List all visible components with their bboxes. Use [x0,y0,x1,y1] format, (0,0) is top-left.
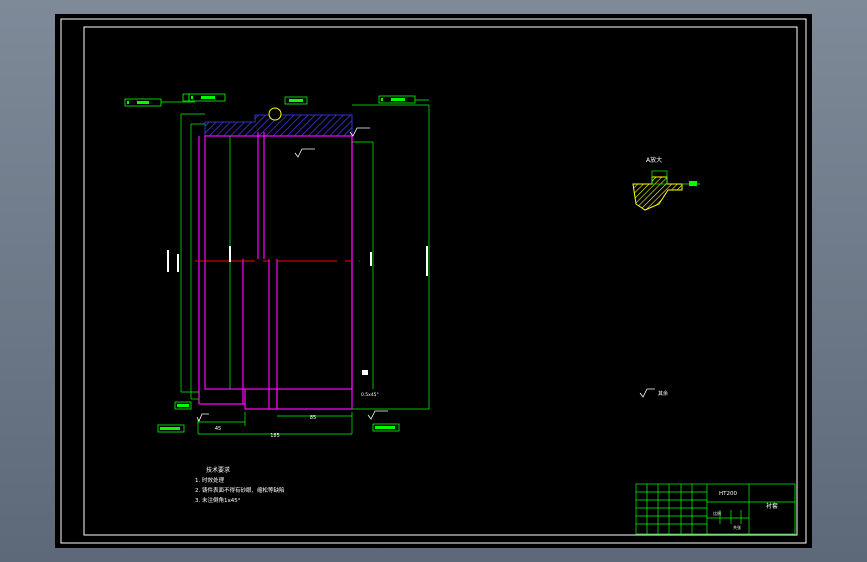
title-sheet-label: 共张 [733,524,741,530]
main-view: 45 85 185 0.5x45° [124,93,655,439]
detail-section [632,176,683,211]
technical-notes: 技术要求 1. 时效处理 2. 铸件表面不得有砂眼、缩松等缺陷 3. 未注倒角1… [195,466,285,504]
title-block: HT200 衬套 比例 共张 [635,483,796,535]
drawing-canvas[interactable]: 45 85 185 0.5x45° A放大 其余 技术要求 1. 时效处理 2.… [55,14,812,548]
notes-title: 技术要求 [206,466,230,474]
title-material: HT200 [719,491,737,497]
dimension-lines [180,104,430,435]
dim-45: 45 [215,426,221,432]
main-view-dimension-texts: 45 85 185 0.5x45° [215,392,379,439]
detail-dim-mark [689,181,697,186]
vertical-dim-marks [167,246,428,375]
outer-frame [60,18,807,544]
dim-185: 185 [270,433,280,439]
title-part-name: 衬套 [766,502,778,510]
other-roughness-note: 其余 [658,390,668,397]
dim-chamfer: 0.5x45° [361,392,379,398]
notes-item-2: 2. 铸件表面不得有砂眼、缩松等缺陷 [195,486,285,494]
detail-label: A放大 [646,156,662,164]
part-outline [198,132,353,410]
notes-item-3: 3. 未注倒角1x45° [195,496,241,504]
oil-hole-circle [268,107,282,121]
dim-85: 85 [310,415,316,421]
notes-item-1: 1. 时效处理 [195,476,224,484]
detail-view: A放大 [632,156,700,211]
cad-viewport[interactable]: 45 85 185 0.5x45° A放大 其余 技术要求 1. 时效处理 2.… [55,14,812,548]
title-scale-label: 比例 [713,510,721,516]
